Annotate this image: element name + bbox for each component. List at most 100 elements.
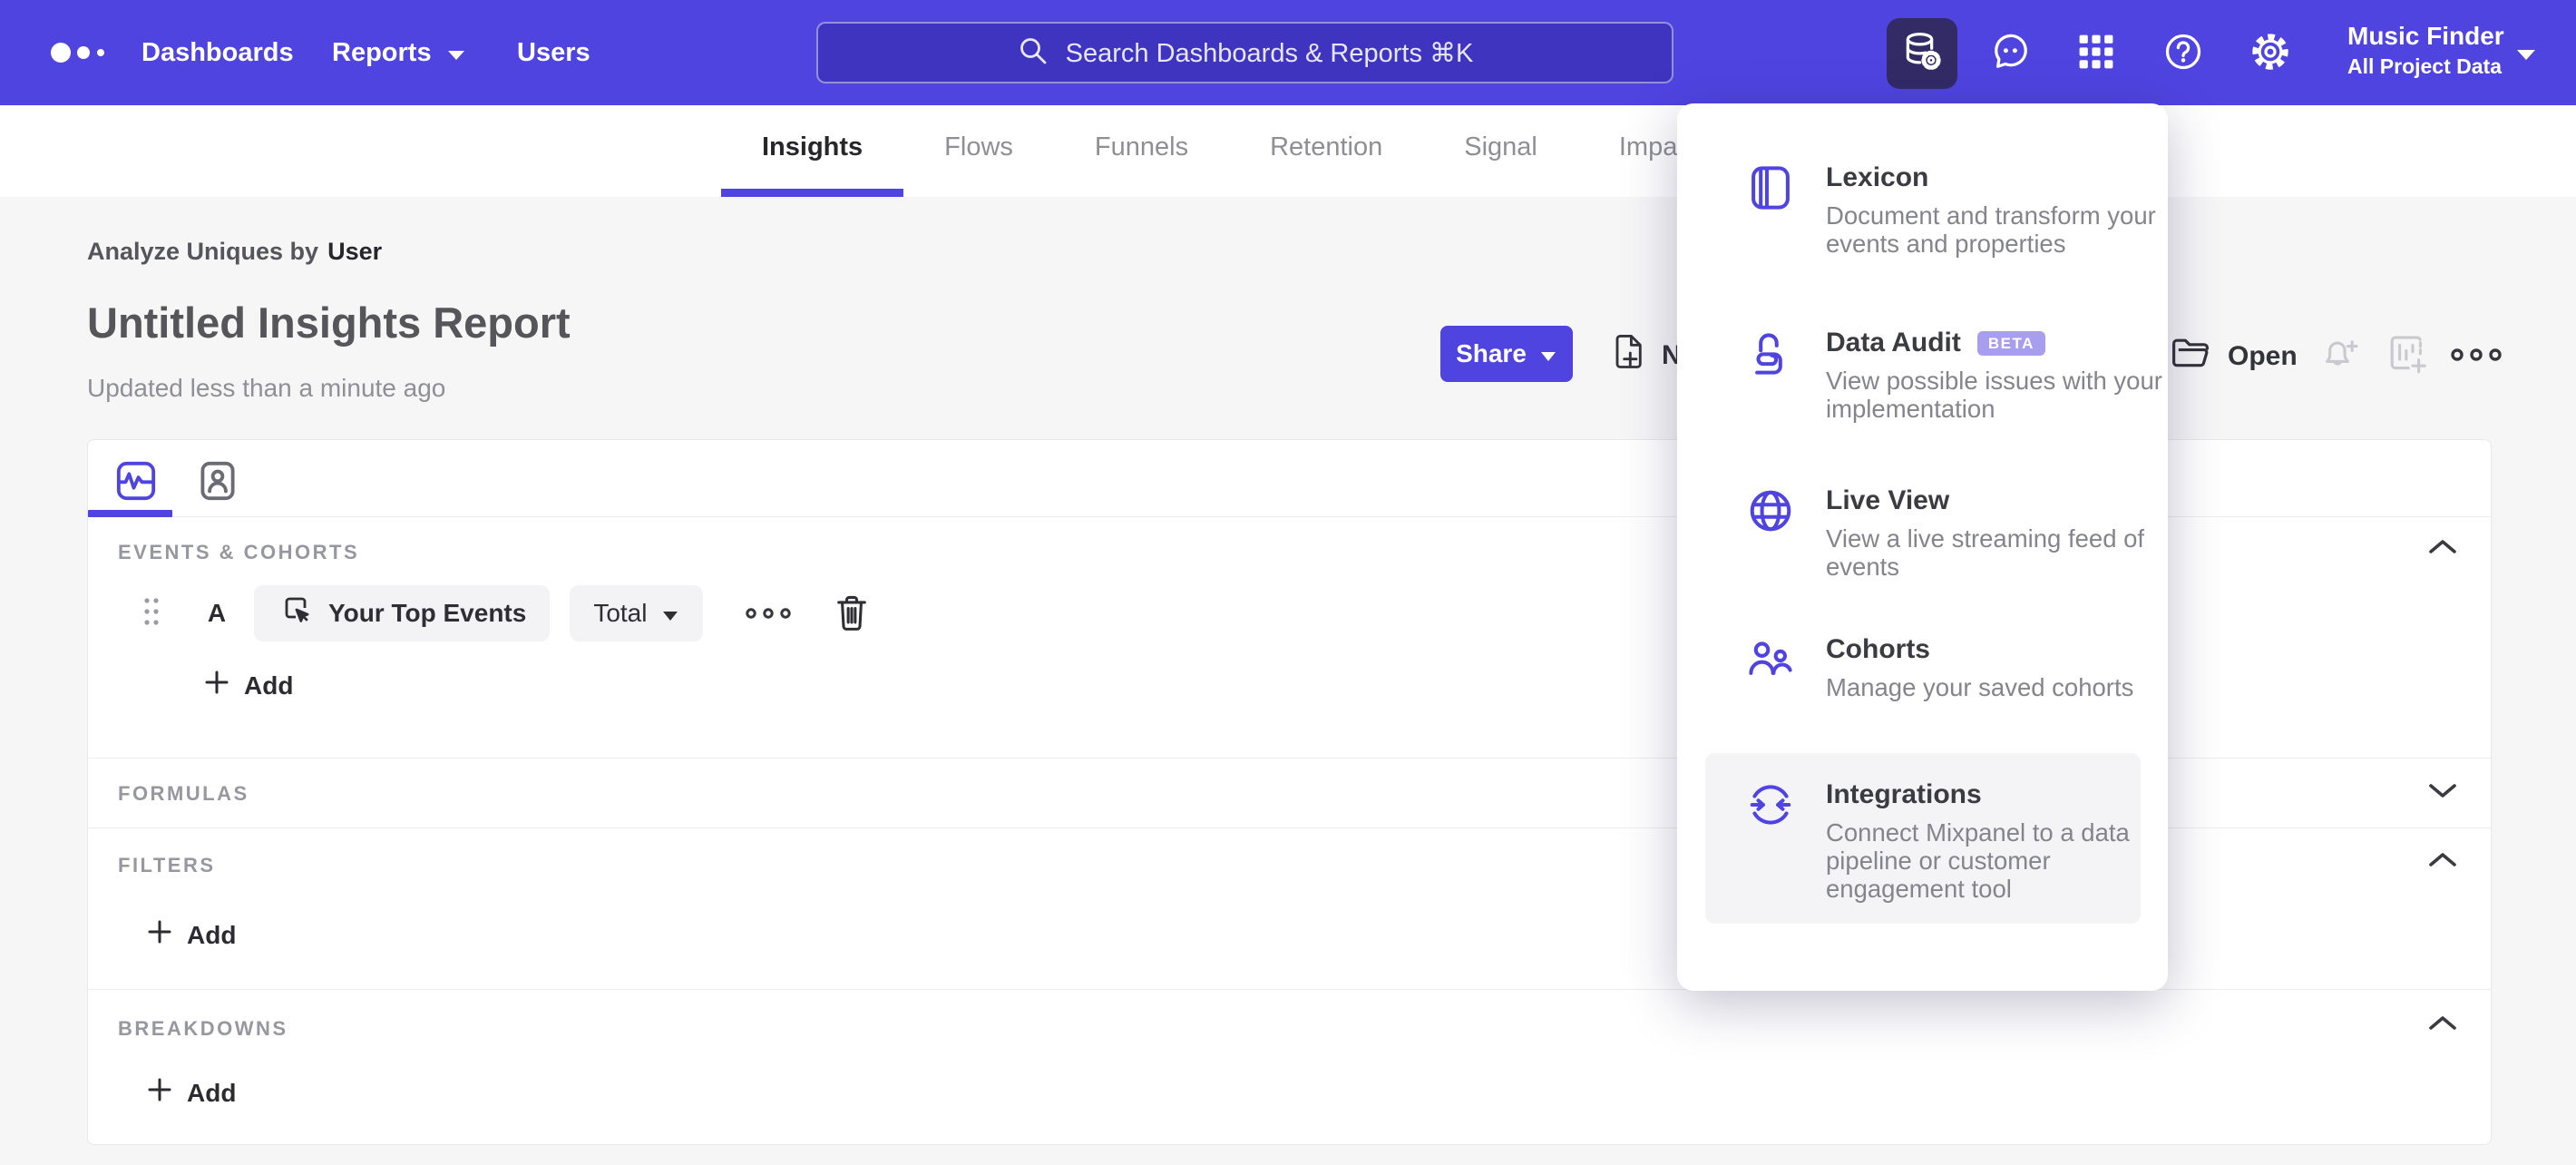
menu-integrations-desc: Connect Mixpanel to a data pipeline or c… — [1826, 818, 2130, 903]
search-icon — [1017, 34, 1049, 72]
chart-view-tab[interactable] — [115, 460, 157, 506]
menu-data-audit-desc: View possible issues with your implement… — [1826, 367, 2162, 423]
menu-item-data-audit[interactable]: Data Audit BETA View possible issues wit… — [1746, 327, 2189, 423]
active-view-underline — [88, 510, 172, 517]
open-report-button[interactable]: Open — [2170, 332, 2298, 381]
support-chat-button[interactable] — [1976, 18, 2046, 89]
data-management-button[interactable] — [1887, 18, 1957, 89]
drag-handle-icon[interactable] — [141, 593, 161, 634]
apps-grid-button[interactable] — [2061, 18, 2132, 89]
data-management-menu: Lexicon Document and transform your even… — [1677, 103, 2168, 991]
section-breakdowns: BREAKDOWNS Add — [88, 990, 2491, 1146]
add-event-label: Add — [244, 671, 294, 700]
add-breakdown-label: Add — [187, 1078, 237, 1107]
menu-item-integrations[interactable]: Integrations Connect Mixpanel to a data … — [1746, 778, 2189, 903]
project-selector[interactable]: Music Finder All Project Data — [2347, 20, 2504, 80]
tab-flows-label: Flows — [944, 132, 1013, 162]
nav-users-label: Users — [517, 37, 590, 67]
menu-item-text: Lexicon Document and transform your even… — [1826, 162, 2189, 258]
event-selector-button[interactable]: Your Top Events — [254, 585, 551, 641]
project-caret-down-icon[interactable] — [2514, 47, 2538, 66]
collapse-filters-chevron-up-icon[interactable] — [2427, 850, 2458, 875]
share-button[interactable]: Share — [1440, 326, 1573, 382]
collapse-events-chevron-up-icon[interactable] — [2427, 537, 2458, 562]
add-breakdown-button[interactable]: Add — [147, 1077, 236, 1109]
book-icon — [1746, 163, 1795, 258]
page-title[interactable]: Untitled Insights Report — [87, 298, 571, 348]
globe-icon — [1746, 486, 1795, 581]
delete-event-trash-icon[interactable] — [834, 593, 870, 633]
create-alert-bell-icon[interactable] — [2318, 332, 2362, 380]
event-name: Your Top Events — [328, 599, 527, 627]
menu-live-view-desc: View a live streaming feed of events — [1826, 524, 2145, 581]
analyze-uniques-line: Analyze Uniques by User — [87, 238, 382, 266]
tab-retention[interactable]: Retention — [1229, 105, 1423, 197]
more-options-icon[interactable] — [2449, 343, 2503, 371]
tab-flows[interactable]: Flows — [903, 105, 1054, 197]
updated-timestamp: Updated less than a minute ago — [87, 374, 446, 402]
menu-integrations-title: Integrations — [1826, 779, 1982, 809]
add-filter-label: Add — [187, 920, 237, 949]
plus-icon — [147, 1077, 172, 1109]
event-row: A Your Top Events Total — [141, 585, 870, 641]
beta-badge: BETA — [1976, 330, 2045, 356]
event-letter: A — [207, 599, 227, 627]
add-filter-button[interactable]: Add — [147, 919, 236, 951]
collapse-breakdowns-chevron-up-icon[interactable] — [2427, 1013, 2458, 1038]
nav-dashboards-label: Dashboards — [141, 37, 294, 67]
menu-cohorts-title: Cohorts — [1826, 634, 1930, 664]
formulas-label: FORMULAS — [118, 782, 249, 805]
project-name: Music Finder — [2347, 22, 2504, 50]
caret-down-icon — [661, 599, 679, 628]
menu-item-text: Integrations Connect Mixpanel to a data … — [1826, 778, 2189, 903]
report-tabs: Insights Flows Funnels Retention Signal … — [721, 105, 1739, 197]
add-to-dashboard-icon[interactable] — [2386, 332, 2429, 380]
data-audit-lock-icon — [1746, 328, 1795, 423]
menu-item-text: Cohorts Manage your saved cohorts — [1826, 633, 2189, 701]
mixpanel-app: Dashboards Reports Users Search Dashboar… — [0, 0, 2576, 1165]
search-input[interactable]: Search Dashboards & Reports ⌘K — [816, 22, 1673, 83]
help-button[interactable] — [2148, 18, 2219, 89]
settings-gear-icon — [2248, 29, 2293, 79]
metric-value: Total — [593, 599, 648, 627]
filters-label: FILTERS — [118, 854, 216, 876]
nav-dashboards[interactable]: Dashboards — [141, 0, 294, 105]
analyze-prefix: Analyze Uniques by — [87, 238, 319, 265]
menu-live-view-title: Live View — [1826, 485, 1950, 515]
tab-signal[interactable]: Signal — [1423, 105, 1578, 197]
add-event-button[interactable]: Add — [204, 670, 293, 701]
menu-item-live-view[interactable]: Live View View a live streaming feed of … — [1746, 485, 2189, 581]
menu-data-audit-title: Data Audit — [1826, 328, 1961, 357]
plus-icon — [147, 919, 172, 951]
breakdowns-label: BREAKDOWNS — [118, 1017, 288, 1040]
data-management-icon — [1899, 29, 1945, 79]
menu-lexicon-desc: Document and transform your events and p… — [1826, 201, 2156, 258]
profiles-view-tab[interactable] — [197, 460, 239, 506]
analyze-value[interactable]: User — [327, 238, 382, 265]
search-placeholder: Search Dashboards & Reports ⌘K — [1065, 38, 1474, 68]
menu-lexicon-title: Lexicon — [1826, 162, 1929, 192]
help-icon — [2161, 29, 2206, 79]
menu-item-lexicon[interactable]: Lexicon Document and transform your even… — [1746, 162, 2189, 258]
open-label: Open — [2228, 341, 2298, 371]
menu-item-text: Data Audit BETA View possible issues wit… — [1826, 327, 2189, 423]
event-more-options-icon[interactable] — [745, 603, 792, 623]
settings-button[interactable] — [2235, 18, 2306, 89]
apps-grid-icon — [2075, 31, 2117, 77]
tab-insights[interactable]: Insights — [721, 105, 904, 197]
nav-reports[interactable]: Reports — [332, 0, 466, 105]
nav-reports-label: Reports — [332, 37, 432, 67]
note-plus-icon — [1607, 332, 1647, 379]
events-cohorts-label: EVENTS & COHORTS — [118, 541, 360, 563]
menu-item-text: Live View View a live streaming feed of … — [1826, 485, 2189, 581]
expand-formulas-chevron-down-icon[interactable] — [2427, 780, 2458, 805]
tab-retention-label: Retention — [1270, 132, 1383, 162]
tab-insights-label: Insights — [762, 132, 864, 162]
mixpanel-logo-icon[interactable] — [50, 34, 122, 75]
nav-users[interactable]: Users — [517, 0, 590, 105]
tab-funnels[interactable]: Funnels — [1054, 105, 1229, 197]
metric-dropdown[interactable]: Total — [570, 585, 704, 641]
menu-item-cohorts[interactable]: Cohorts Manage your saved cohorts — [1746, 633, 2189, 701]
top-bar: Dashboards Reports Users Search Dashboar… — [0, 0, 2576, 105]
share-label: Share — [1456, 339, 1527, 367]
